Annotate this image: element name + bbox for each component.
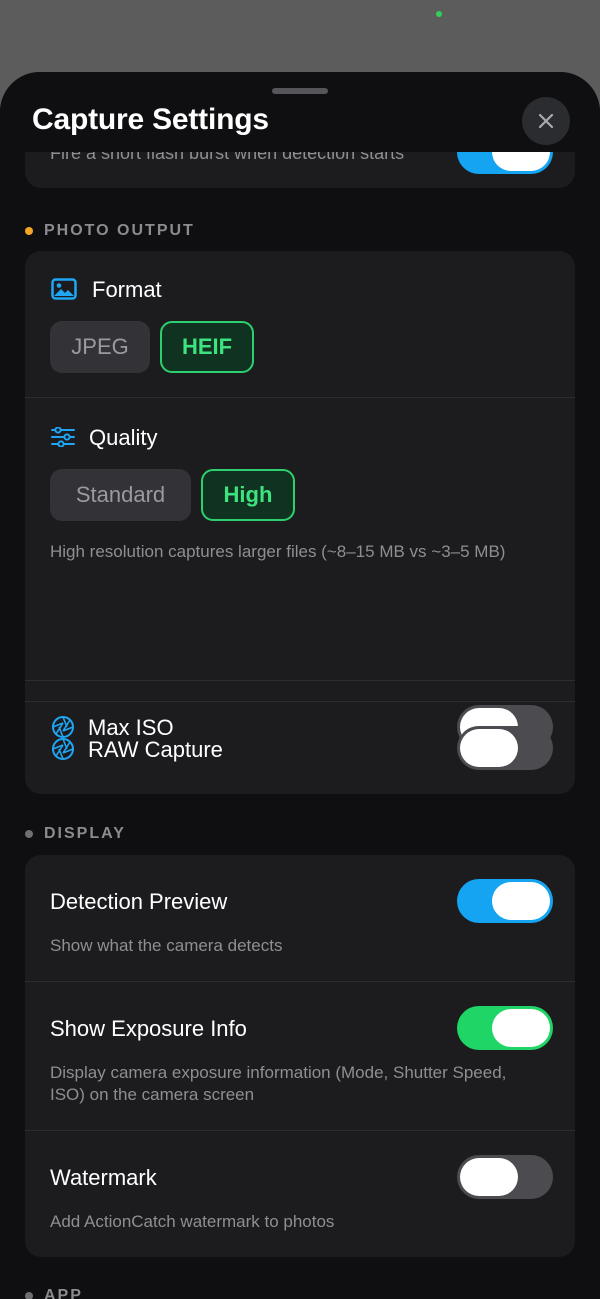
section-label-photo-output: PHOTO OUTPUT: [44, 222, 195, 239]
watermark-subtitle: Add ActionCatch watermark to photos: [50, 1212, 335, 1231]
format-title: Format: [92, 277, 162, 302]
divider: [25, 981, 575, 982]
quality-option-high[interactable]: High: [201, 469, 295, 521]
detection-preview-title: Detection Preview: [50, 889, 228, 914]
divider: [25, 701, 575, 702]
image-icon: [51, 276, 77, 302]
format-option-heif[interactable]: HEIF: [160, 321, 254, 373]
sheet-grabber[interactable]: [272, 88, 328, 94]
page-title: Capture Settings: [32, 103, 269, 136]
section-label-display: DISPLAY: [44, 825, 126, 842]
detection-preview-toggle[interactable]: [457, 879, 553, 923]
raw-capture-toggle[interactable]: [457, 726, 553, 770]
raw-capture-title: RAW Capture: [88, 737, 223, 762]
settings-sheet: Fire a short flash burst when detection …: [0, 72, 600, 1299]
app-dot: [25, 1292, 33, 1299]
exposure-info-subtitle: Display camera exposure information (Mod…: [50, 1063, 507, 1104]
camera-indicator-dot: [436, 11, 442, 17]
quality-description: High resolution captures larger files (~…: [50, 542, 506, 561]
sliders-icon: [50, 424, 76, 450]
quality-title: Quality: [89, 425, 158, 450]
exposure-info-toggle[interactable]: [457, 1006, 553, 1050]
display-dot: [25, 830, 33, 838]
watermark-title: Watermark: [50, 1165, 157, 1190]
photo-output-dot: [25, 227, 33, 235]
photo-output-card: Format JPEG HEIF Quality Standard High H…: [25, 251, 575, 794]
format-option-jpeg[interactable]: JPEG: [50, 321, 150, 373]
close-button[interactable]: [522, 97, 570, 145]
section-label-app: APP: [44, 1287, 83, 1299]
detection-preview-subtitle: Show what the camera detects: [50, 936, 283, 955]
watermark-toggle[interactable]: [457, 1155, 553, 1199]
close-icon: [538, 113, 554, 129]
quality-option-standard[interactable]: Standard: [50, 469, 191, 521]
aperture-icon: [50, 736, 76, 762]
sheet-header: Capture Settings: [0, 72, 600, 152]
divider: [25, 680, 575, 681]
divider: [25, 397, 575, 398]
exposure-info-title: Show Exposure Info: [50, 1016, 247, 1041]
divider: [25, 1130, 575, 1131]
display-card: Detection Preview Show what the camera d…: [25, 855, 575, 1257]
